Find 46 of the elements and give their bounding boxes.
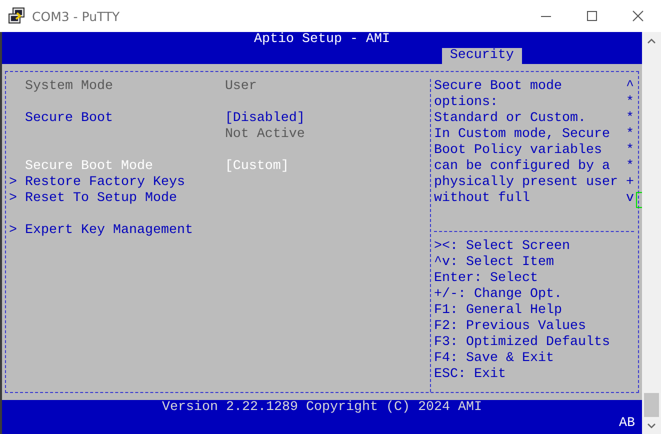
scroll-marker: * <box>626 127 634 143</box>
help-text: physically present user <box>434 175 619 191</box>
help-text: Secure Boot mode <box>434 79 563 95</box>
scroll-marker: ^ <box>626 79 634 95</box>
help-text: options: <box>434 95 499 111</box>
scroll-marker: v <box>626 191 634 207</box>
help-text: Boot Policy variables <box>434 143 603 159</box>
scroll-marker: * <box>626 159 634 175</box>
key-hint: ><: Select Screen <box>434 239 570 255</box>
setting-label[interactable]: Secure Boot <box>24 111 225 127</box>
key-hint: F1: General Help <box>434 303 562 319</box>
scroll-marker: + <box>626 175 634 191</box>
help-text: In Custom mode, Secure <box>434 127 611 143</box>
scroll-marker: * <box>626 143 634 159</box>
key-hint: ^v: Select Item <box>434 255 554 271</box>
setting-value: User <box>224 79 257 95</box>
submenu-marker: > <box>9 191 18 207</box>
scroll-marker: * <box>626 111 634 127</box>
tab[interactable]: Security <box>442 48 522 64</box>
close-icon <box>632 10 644 22</box>
setting-value: [Custom] <box>224 159 289 175</box>
submenu-item[interactable]: Expert Key Management <box>24 223 193 239</box>
submenu-item[interactable]: Restore Factory Keys <box>24 175 185 191</box>
status-text: AB <box>619 416 635 432</box>
help-text: Standard or Custom. <box>434 111 587 127</box>
submenu-marker: > <box>9 223 18 239</box>
footer-text: Version 2.22.1289 Copyright (C) 2024 AMI <box>162 400 482 416</box>
setting-label: System Mode <box>24 79 114 95</box>
key-hint: Enter: Select <box>434 271 538 287</box>
submenu-marker: > <box>9 175 18 191</box>
setting-value: [Disabled] <box>224 111 305 127</box>
key-hint: F3: Optimized Defaults <box>434 335 610 351</box>
key-hint: F2: Previous Values <box>434 319 586 335</box>
window-title: COM3 - PuTTY <box>32 8 121 24</box>
setting-value: Not Active <box>224 127 305 143</box>
help-text: can be configured by a <box>434 159 611 175</box>
terminal-icon <box>8 7 26 25</box>
scroll-marker: * <box>626 95 634 111</box>
key-hint: ESC: Exit <box>434 367 506 383</box>
help-text: without full <box>434 191 531 207</box>
key-hint: F4: Save & Exit <box>434 351 554 367</box>
key-hint: +/-: Change Opt. <box>434 287 562 303</box>
maximize-icon <box>586 10 598 22</box>
submenu-item[interactable]: Reset To Setup Mode <box>24 191 177 207</box>
scrollbar-thumb[interactable] <box>644 393 659 417</box>
bios-title: Aptio Setup - AMI <box>254 32 390 48</box>
